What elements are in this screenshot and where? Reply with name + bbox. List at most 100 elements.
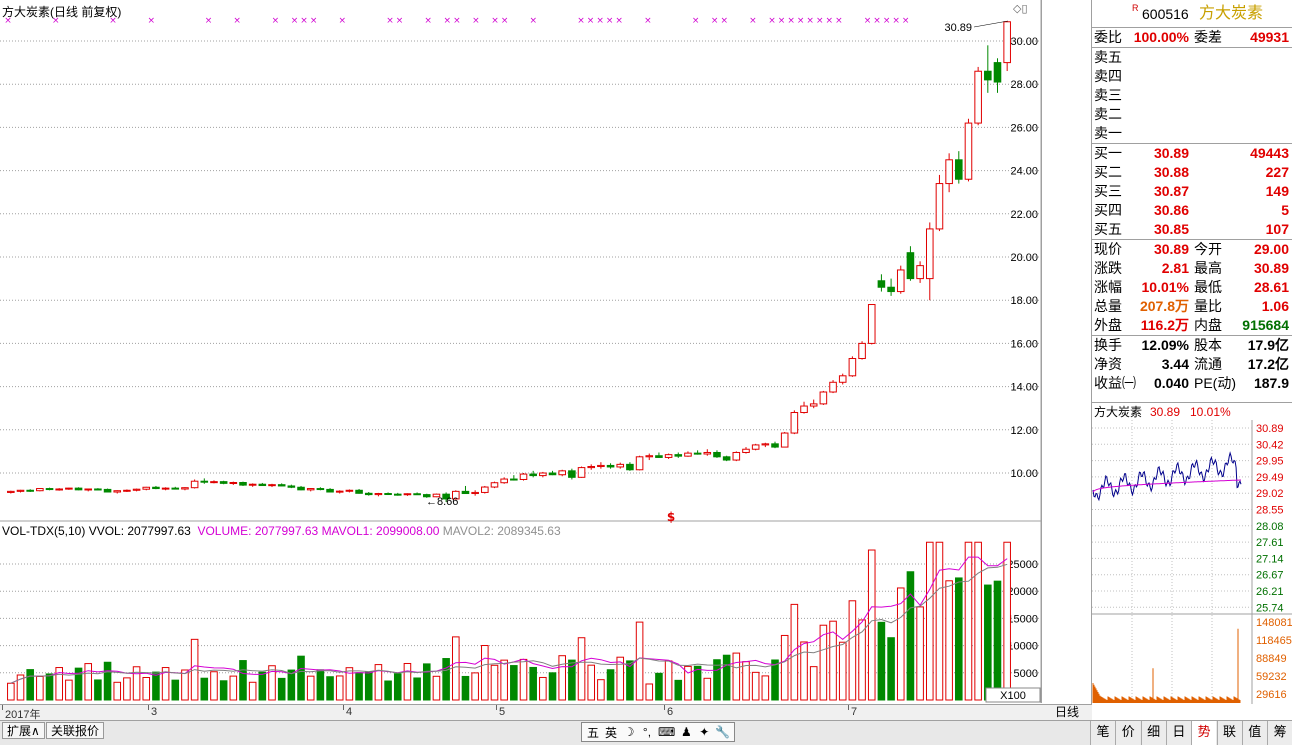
- period-label[interactable]: 日线: [1042, 704, 1092, 720]
- candle-body: [742, 448, 750, 453]
- indicator-name[interactable]: VOL-TDX(5,10): [2, 524, 85, 538]
- ratio-value: 100.00%: [1133, 29, 1189, 45]
- row-label-2: 最高: [1194, 260, 1222, 276]
- volume-bar: [219, 680, 228, 701]
- candle-body: [964, 122, 973, 180]
- candle-body: [364, 492, 373, 496]
- ime-keyboard-icon[interactable]: ⌨: [658, 725, 675, 739]
- candle-body: [248, 483, 257, 486]
- chart-control-icons[interactable]: ◇▯: [1013, 2, 1028, 15]
- related-quote-tab[interactable]: 关联报价: [46, 722, 105, 739]
- event-marker: ×: [720, 16, 728, 26]
- candle-body: [722, 456, 731, 461]
- volume-indicator-title: VOL-TDX(5,10) VVOL: 2077997.63 VOLUME: 2…: [2, 524, 561, 538]
- event-marker: ×: [806, 16, 814, 26]
- mini-price-label: 26.21: [1256, 586, 1284, 598]
- volume-value: VOLUME: 2077997.63: [197, 524, 319, 538]
- side-tab-0[interactable]: 笔: [1090, 721, 1115, 745]
- event-marker: ×: [826, 16, 834, 26]
- date-tick: [664, 705, 665, 710]
- volume-bar: [403, 662, 412, 701]
- candle-body: [703, 451, 712, 455]
- row-label-2: 最低: [1194, 279, 1222, 295]
- volume-bar: [422, 663, 431, 701]
- volume-bar: [45, 673, 54, 701]
- buy-order-row: 买二 30.88 227: [1092, 163, 1292, 182]
- intraday-mini-chart[interactable]: 30.89 30.42 29.95 29.49 29.02 28.55 28.08 27.61…: [1092, 420, 1292, 704]
- side-tab-1[interactable]: 价: [1115, 721, 1141, 745]
- candle-body: [858, 342, 866, 360]
- side-tab-6[interactable]: 值: [1241, 721, 1267, 745]
- row-value-2: 149: [1265, 183, 1289, 199]
- ime-wubi-icon[interactable]: 五: [586, 724, 600, 741]
- mini-volume-label: 59232: [1256, 671, 1287, 683]
- event-marker: ×: [501, 16, 509, 26]
- date-label: 6: [667, 706, 674, 718]
- expand-tab[interactable]: 扩展∧: [2, 722, 45, 739]
- row-value: 30.88: [1153, 164, 1189, 180]
- event-marker: ×: [615, 16, 623, 26]
- kline-chart-area[interactable]: 30.00 28.00 26.00 24.00 22.00 20.00 18.00 16.00…: [0, 0, 1042, 703]
- row-value: 0.040: [1153, 375, 1189, 391]
- mini-volume-label: 29616: [1256, 689, 1287, 701]
- volume-bar: [297, 655, 305, 701]
- volume-bar: [664, 660, 673, 701]
- row-label: 涨跌: [1094, 260, 1122, 276]
- volume-bar: [568, 659, 576, 701]
- candle-body: [558, 470, 566, 476]
- ime-english-icon[interactable]: 英: [604, 724, 618, 741]
- row-label: 涨幅: [1094, 279, 1122, 295]
- side-tab-2[interactable]: 细: [1140, 721, 1166, 745]
- candle-body: [887, 286, 895, 293]
- date-tick: [848, 705, 849, 710]
- stock-header: R 600516 方大炭素: [1092, 0, 1292, 28]
- volume-bar: [945, 580, 953, 701]
- candle-body: [297, 486, 305, 491]
- volume-bar: [26, 669, 34, 701]
- event-marker: ×: [386, 16, 394, 26]
- ime-moon-icon[interactable]: ☽: [622, 725, 636, 739]
- volume-bar: [771, 659, 779, 701]
- candle-body: [819, 391, 828, 405]
- ime-toolbar[interactable]: 五 英 ☽ °, ⌨ ♟ ✦ 🔧: [581, 722, 736, 742]
- volume-bar: [471, 672, 479, 701]
- volume-bar: [713, 659, 721, 701]
- buy-order-row: 买三 30.87 149: [1092, 182, 1292, 201]
- kline-chart-svg[interactable]: 30.00 28.00 26.00 24.00 22.00 20.00 18.00 16.00…: [0, 0, 1042, 703]
- row-value: 10.01%: [1141, 279, 1189, 295]
- candle-body: [635, 456, 644, 471]
- volume-bar: [442, 658, 450, 701]
- volume-bar: [326, 676, 334, 701]
- stock-code[interactable]: 600516: [1142, 0, 1189, 28]
- date-label: 4: [346, 706, 353, 718]
- mavol2-value: MAVOL2: 2089345.63: [442, 524, 561, 538]
- candle-body: [529, 473, 537, 477]
- side-tab-5[interactable]: 联: [1216, 721, 1242, 745]
- date-tick: [343, 705, 344, 710]
- candle-body: [113, 490, 122, 493]
- volume-bar: [200, 677, 209, 701]
- side-tab-3[interactable]: 日: [1165, 721, 1191, 745]
- row-label: 买三: [1094, 183, 1122, 199]
- row-label-2: PE(动): [1194, 375, 1236, 391]
- volume-ma-line: [10, 556, 1008, 684]
- candle-body: [867, 304, 876, 344]
- candle-body: [877, 280, 886, 288]
- candle-body: [616, 463, 625, 468]
- side-tab-7[interactable]: 筹: [1267, 721, 1292, 745]
- candle-body: [906, 252, 915, 280]
- ime-punct-icon[interactable]: °,: [640, 725, 654, 739]
- event-marker: ×: [205, 16, 213, 26]
- volume-bar: [896, 587, 905, 701]
- ime-user-icon[interactable]: ♟: [679, 725, 693, 739]
- candle-body: [316, 488, 325, 491]
- window-icon[interactable]: ▯: [1021, 3, 1027, 15]
- ime-skin-icon[interactable]: ✦: [697, 725, 711, 739]
- price-tick-label: 16.00: [1010, 338, 1038, 350]
- event-marker: ×: [233, 16, 241, 26]
- mini-price-label: 30.42: [1256, 439, 1284, 451]
- stock-name[interactable]: 方大炭素: [1199, 0, 1263, 28]
- ime-settings-icon[interactable]: 🔧: [715, 725, 730, 739]
- mini-price-label: 26.67: [1256, 570, 1284, 582]
- side-tab-4[interactable]: 势: [1191, 721, 1217, 745]
